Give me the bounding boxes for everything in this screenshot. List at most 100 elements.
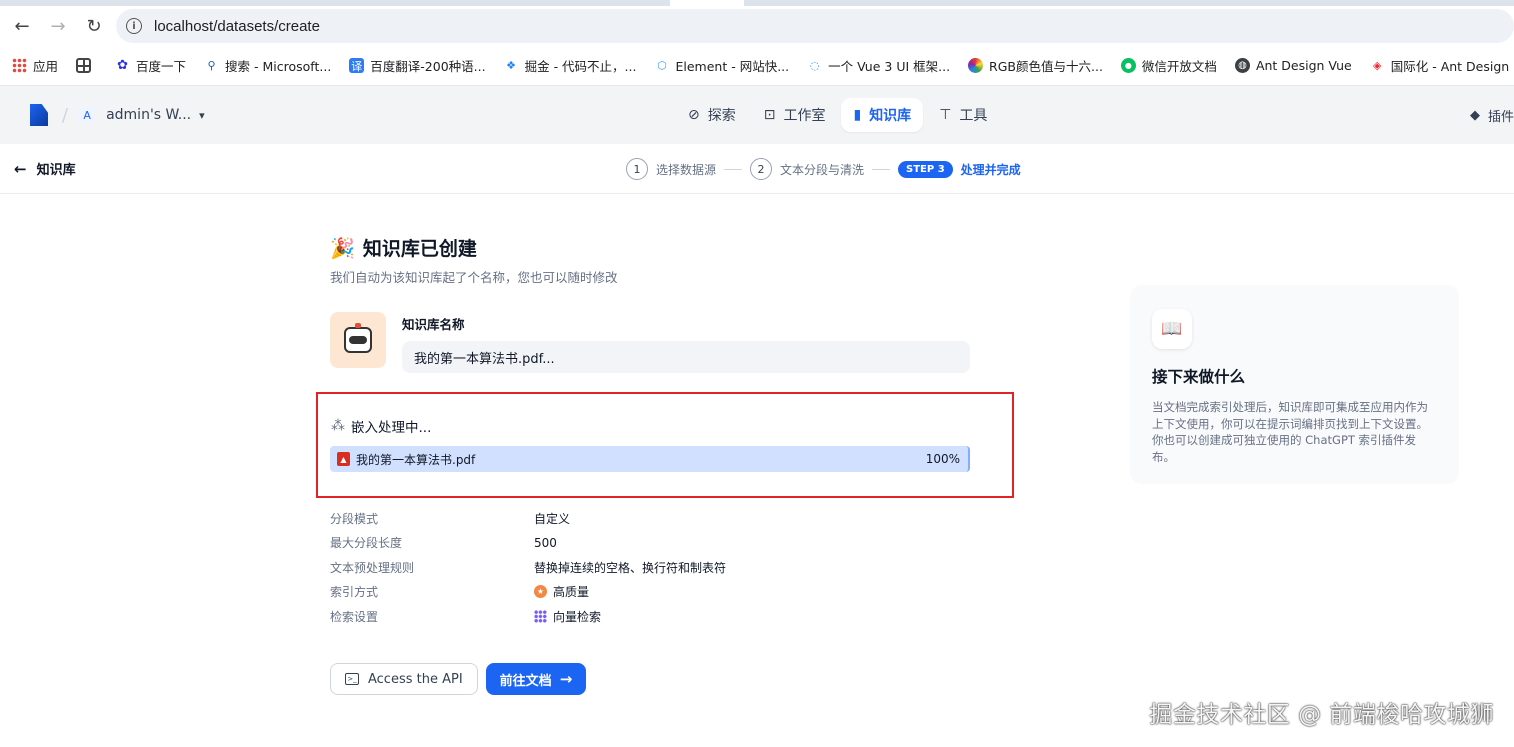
next-steps-title: 接下来做什么 bbox=[1152, 368, 1246, 386]
step-3-label: 处理并完成 bbox=[960, 162, 1021, 177]
plugins-link[interactable]: ◆ 插件 bbox=[1470, 106, 1514, 125]
bookmark-baidu[interactable]: ✿ 百度一下 bbox=[115, 56, 186, 75]
baidu-translate-icon: 译 bbox=[349, 58, 365, 73]
back-arrow-icon[interactable]: ← bbox=[8, 12, 36, 40]
baidu-paw-icon: ✿ bbox=[117, 58, 128, 73]
highlight-box bbox=[316, 392, 1014, 498]
bookmark-wechat-docs[interactable]: ● 微信开放文档 bbox=[1120, 56, 1217, 75]
chevron-down-icon[interactable]: ▾ bbox=[199, 109, 205, 122]
bookmark-element[interactable]: ⬡ Element - 网站快... bbox=[654, 56, 789, 75]
nav-tools[interactable]: ⊤ 工具 bbox=[927, 98, 999, 132]
arrow-right-icon: → bbox=[559, 670, 573, 688]
page-title: 知识库已创建 bbox=[362, 238, 477, 260]
knowledge-name-row: 知识库名称 bbox=[330, 312, 970, 373]
page-subtitle: 我们自动为该知识库起了个名称，您也可以随时修改 bbox=[330, 270, 618, 285]
knowledge-name-input[interactable] bbox=[402, 341, 970, 373]
stepper: 1 选择数据源 2 文本分段与清洗 STEP 3 处理并完成 bbox=[626, 158, 1021, 180]
workspace-name[interactable]: admin's W... bbox=[106, 107, 191, 123]
header-divider: / bbox=[62, 104, 69, 126]
globe-icon: ◍ bbox=[1234, 58, 1250, 73]
back-to-knowledge[interactable]: ← 知识库 bbox=[14, 159, 76, 179]
robot-icon bbox=[344, 323, 372, 353]
tab-groups-icon bbox=[76, 58, 92, 73]
app-header: / A admin's W... ▾ ⊘ 探索 ⊡ 工作室 ▮ 知识库 ⊤ 工具… bbox=[0, 86, 1514, 144]
element-icon: ⬡ bbox=[657, 59, 667, 72]
book-icon: ▮ bbox=[853, 107, 862, 123]
watermark: 掘金技术社区 @ 前端梭哈攻城狮 bbox=[1149, 702, 1494, 728]
next-steps-card: 📖 接下来做什么 当文档完成索引处理后，知识库即可集成至应用内作为上下文使用，你… bbox=[1130, 285, 1459, 484]
bookmark-baidu-translate[interactable]: 译 百度翻译-200种语... bbox=[349, 56, 486, 75]
juejin-icon: ❖ bbox=[506, 59, 517, 72]
wechat-icon: ● bbox=[1120, 58, 1136, 73]
settings-summary: 分段模式 自定义 最大分段长度 500 文本预处理规则 替换掉连续的空格、换行符… bbox=[330, 506, 726, 629]
access-api-button[interactable]: >_ Access the API bbox=[330, 663, 478, 695]
active-tab[interactable] bbox=[670, 0, 744, 6]
embedding-status: ⁂ 嵌入处理中... bbox=[331, 418, 432, 436]
steps-bar: ← 知识库 1 选择数据源 2 文本分段与清洗 STEP 3 处理并完成 bbox=[0, 144, 1514, 194]
bookmark-rgb[interactable]: RGB颜色值与十六... bbox=[968, 56, 1103, 75]
site-info-icon[interactable]: i bbox=[126, 18, 142, 34]
creation-result: 🎉 知识库已创建 我们自动为该知识库起了个名称，您也可以随时修改 知识库名称 bbox=[330, 234, 970, 373]
nav-explore[interactable]: ⊘ 探索 bbox=[676, 98, 748, 132]
step-3-badge: STEP 3 bbox=[898, 160, 953, 178]
bookmark-ant-design-vue[interactable]: ◍ Ant Design Vue bbox=[1234, 58, 1352, 73]
reload-icon[interactable]: ↻ bbox=[80, 12, 108, 40]
hammer-icon: ⊤ bbox=[939, 107, 952, 123]
bookmark-tab-groups[interactable] bbox=[76, 58, 97, 73]
bookmark-apps[interactable]: 应用 bbox=[12, 56, 58, 75]
info-row: 文本预处理规则 替换掉连续的空格、换行符和制表符 bbox=[330, 560, 727, 575]
step-divider bbox=[872, 168, 891, 170]
bookmark-bing-search[interactable]: ⚲ 搜索 - Microsoft... bbox=[204, 56, 332, 75]
step-2-label: 文本分段与清洗 bbox=[780, 162, 865, 177]
cube-icon: ◆ bbox=[1469, 108, 1480, 123]
step-divider bbox=[724, 168, 743, 170]
nav-studio[interactable]: ⊡ 工作室 bbox=[752, 98, 838, 132]
bookmarks-bar: 应用 ✿ 百度一下 ⚲ 搜索 - Microsoft... 译 百度翻译-200… bbox=[0, 46, 1514, 86]
party-popper-icon: 🎉 bbox=[330, 235, 355, 260]
bookmark-ant-design-i18n[interactable]: ◈ 国际化 - Ant Design bbox=[1370, 56, 1509, 75]
main-nav: ⊘ 探索 ⊡ 工作室 ▮ 知识库 ⊤ 工具 bbox=[676, 98, 1003, 132]
forward-arrow-icon[interactable]: → bbox=[44, 12, 72, 40]
info-row: 分段模式 自定义 bbox=[330, 511, 571, 526]
workspace-avatar: A bbox=[78, 106, 97, 124]
step-1-label: 选择数据源 bbox=[656, 162, 717, 177]
high-quality-icon: ★ bbox=[534, 585, 547, 599]
file-progress: 100% bbox=[925, 452, 960, 466]
step-2: 2 文本分段与清洗 bbox=[750, 158, 864, 180]
terminal-icon: >_ bbox=[345, 673, 359, 685]
rainbow-icon bbox=[968, 58, 984, 73]
spinner-icon: ⁂ bbox=[331, 418, 345, 434]
url-text: localhost/datasets/create bbox=[154, 17, 320, 35]
file-name: 我的第一本算法书.pdf bbox=[356, 452, 476, 467]
bookmark-juejin[interactable]: ❖ 掘金 - 代码不止，... bbox=[504, 56, 636, 75]
browser-tab-strip bbox=[0, 0, 1514, 6]
action-buttons: >_ Access the API 前往文档 → bbox=[330, 663, 587, 695]
knowledge-avatar bbox=[330, 312, 386, 368]
next-steps-text: 当文档完成索引处理后，知识库即可集成至应用内作为上下文使用，你可以在提示词编排页… bbox=[1152, 400, 1428, 464]
arrow-left-icon: ← bbox=[14, 159, 27, 178]
step-1: 1 选择数据源 bbox=[626, 158, 716, 180]
pdf-file-icon: ▲ bbox=[337, 452, 350, 466]
go-to-documents-button[interactable]: 前往文档 → bbox=[485, 663, 587, 695]
compass-icon: ⊘ bbox=[688, 107, 700, 123]
nav-knowledge[interactable]: ▮ 知识库 bbox=[841, 98, 924, 132]
step-2-number: 2 bbox=[750, 158, 773, 180]
file-progress-bar: ▲ 我的第一本算法书.pdf 100% bbox=[330, 446, 970, 472]
open-book-icon: 📖 bbox=[1152, 309, 1192, 349]
info-row: 最大分段长度 500 bbox=[330, 535, 557, 551]
vue-ui-icon: ◌ bbox=[809, 59, 820, 72]
vector-search-icon bbox=[534, 609, 547, 623]
info-row: 索引方式 ★ 高质量 bbox=[330, 585, 590, 600]
bookmark-vue-ui[interactable]: ◌ 一个 Vue 3 UI 框架... bbox=[807, 56, 950, 75]
robot-icon: ⊡ bbox=[763, 107, 776, 123]
step-1-number: 1 bbox=[626, 158, 648, 180]
app-logo[interactable] bbox=[30, 104, 48, 126]
knowledge-name-label: 知识库名称 bbox=[402, 317, 465, 332]
url-input[interactable]: i localhost/datasets/create bbox=[116, 9, 1514, 43]
step-3: STEP 3 处理并完成 bbox=[898, 160, 1021, 178]
info-row: 检索设置 向量检索 bbox=[330, 609, 602, 624]
title-row: 🎉 知识库已创建 bbox=[330, 234, 970, 261]
apps-grid-icon bbox=[12, 58, 27, 73]
address-bar: ← → ↻ i localhost/datasets/create bbox=[0, 6, 1514, 46]
bing-search-icon: ⚲ bbox=[207, 59, 216, 72]
